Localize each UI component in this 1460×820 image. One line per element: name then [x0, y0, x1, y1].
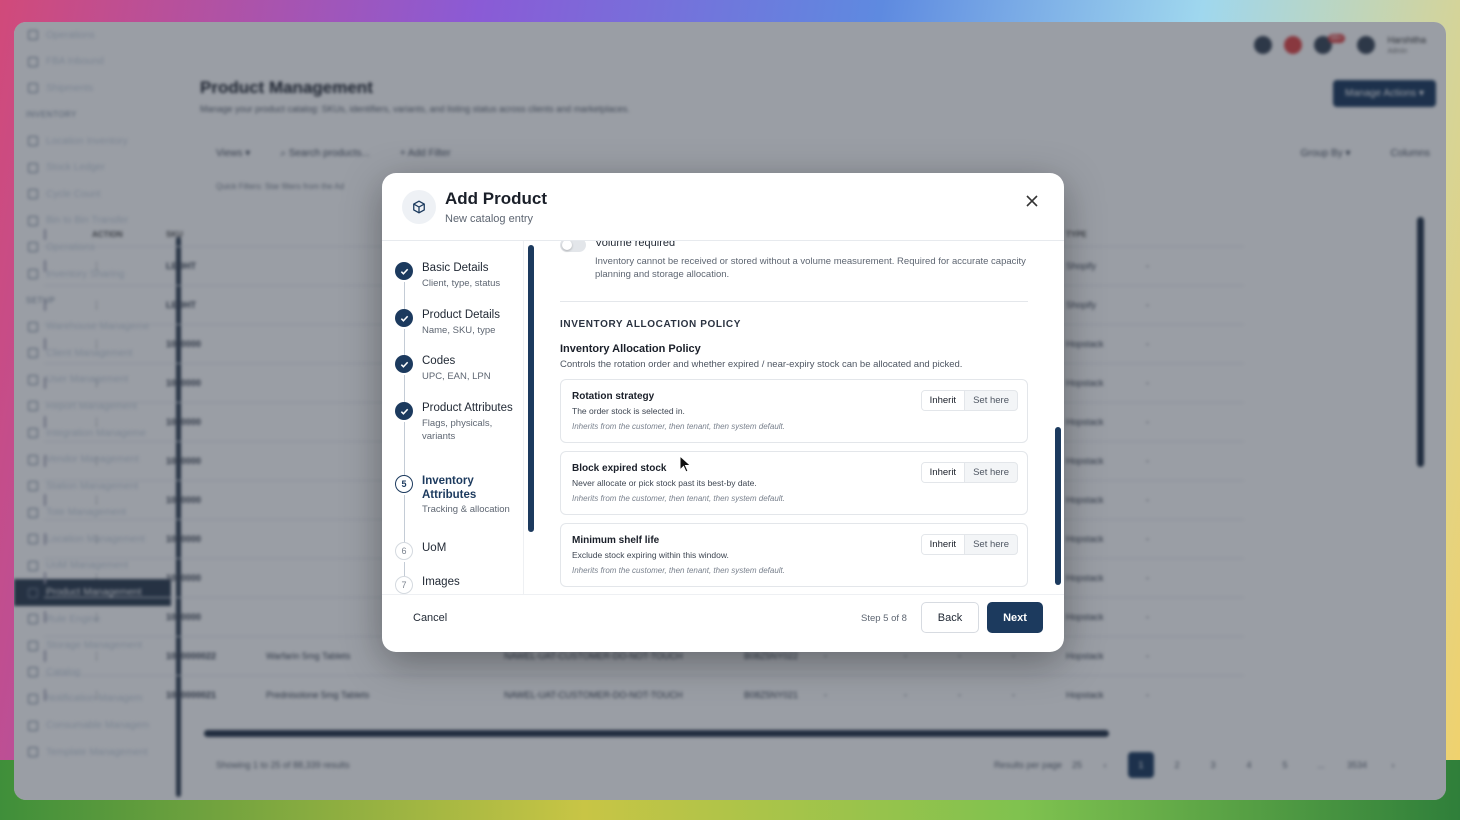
policy-card: Block expired stock Never allocate or pic…: [560, 451, 1028, 515]
modal-footer: Cancel Step 5 of 8 Back Next: [382, 594, 1064, 652]
policy-title: Block expired stock: [572, 463, 667, 474]
step-number: 7: [395, 576, 413, 594]
step-content: Volume required Inventory cannot be rece…: [544, 241, 1064, 594]
set-here-option[interactable]: Set here: [965, 463, 1017, 482]
set-here-option[interactable]: Set here: [965, 391, 1017, 410]
step-name: Product Details: [422, 309, 500, 321]
step-name: Product Attributes: [422, 402, 513, 414]
modal-body: Basic Details Client, type, status Product…: [382, 241, 1064, 594]
next-button[interactable]: Next: [987, 602, 1043, 633]
policy-title: Rotation strategy: [572, 391, 655, 402]
step-name: Codes: [422, 355, 456, 367]
stepper-scrollbar[interactable]: [528, 245, 534, 532]
inherit-option[interactable]: Inherit: [921, 391, 966, 410]
inherit-option[interactable]: Inherit: [921, 535, 966, 554]
step-4[interactable]: Product Attributes Flags, physicals, vari…: [395, 402, 514, 477]
check-icon: [395, 355, 413, 373]
inherit-setting-toggle: Inherit Set here: [920, 534, 1018, 555]
step-text: Basic Details Client, type, status: [422, 262, 514, 290]
divider: [560, 301, 1028, 302]
step-text: Product Attributes Flags, physicals, vari…: [422, 402, 514, 444]
step-text: UoM: [422, 542, 514, 560]
step-description: Client, type, status: [422, 277, 501, 289]
step-description: Tracking & allocation: [422, 504, 510, 515]
step-name: Basic Details: [422, 262, 489, 274]
section-description: Controls the rotation order and whether …: [560, 359, 963, 370]
mouse-cursor-icon: [679, 454, 692, 478]
box-icon: [402, 189, 436, 224]
inherit-option[interactable]: Inherit: [921, 463, 966, 482]
modal-subtitle: New catalog entry: [445, 212, 534, 225]
set-here-option[interactable]: Set here: [965, 535, 1017, 554]
step-7[interactable]: 7 Images: [395, 576, 514, 594]
step-description: UPC, EAN, LPN: [422, 370, 491, 382]
content-scrollbar[interactable]: [1055, 427, 1061, 585]
check-icon: [395, 402, 413, 420]
inherit-setting-toggle: Inherit Set here: [920, 390, 1018, 411]
stepper-divider: [523, 241, 524, 594]
volume-required-label: Volume required: [595, 241, 676, 249]
step-2[interactable]: Product Details Name, SKU, type: [395, 309, 514, 357]
modal-header: Add Product New catalog entry: [382, 173, 1064, 241]
policy-inherit-note: Inherits from the customer, then tenant,…: [572, 566, 785, 575]
step-text: Product Details Name, SKU, type: [422, 309, 514, 337]
volume-required-toggle[interactable]: [560, 241, 586, 252]
step-name: Images: [422, 576, 460, 588]
step-connector: [403, 282, 405, 311]
step-description: Name, SKU, type: [422, 324, 496, 336]
step-name: UoM: [422, 542, 447, 554]
policy-inherit-note: Inherits from the customer, then tenant,…: [572, 422, 785, 431]
step-number: 5: [395, 475, 413, 493]
step-1[interactable]: Basic Details Client, type, status: [395, 262, 514, 311]
step-text: Inventory Attributes Tracking & allocatio…: [422, 475, 514, 517]
check-icon: [395, 309, 413, 327]
add-product-modal: Add Product New catalog entry Basic Deta…: [382, 173, 1064, 652]
policy-description: Exclude stock expiring within this windo…: [572, 550, 729, 560]
policy-card: Minimum shelf life Exclude stock expiring…: [560, 523, 1028, 587]
policy-inherit-note: Inherits from the customer, then tenant,…: [572, 494, 785, 503]
stepper: Basic Details Client, type, status Product…: [382, 241, 523, 594]
policy-title: Minimum shelf life: [572, 535, 660, 546]
step-counter: Step 5 of 8: [861, 613, 907, 624]
step-3[interactable]: Codes UPC, EAN, LPN: [395, 355, 514, 403]
step-number: 6: [395, 542, 413, 560]
policy-description: Never allocate or pick stock past its be…: [572, 478, 757, 488]
volume-required-description: Inventory cannot be received or stored w…: [595, 256, 1026, 280]
cancel-button[interactable]: Cancel: [413, 612, 447, 624]
back-button[interactable]: Back: [921, 602, 979, 633]
step-connector: [403, 329, 405, 357]
close-icon[interactable]: [1022, 191, 1042, 211]
policy-card: Rotation strategy The order stock is sele…: [560, 379, 1028, 443]
section-title: Inventory Allocation Policy: [560, 343, 701, 355]
modal-title: Add Product: [445, 188, 547, 208]
step-text: Images: [422, 576, 514, 594]
section-label: INVENTORY ALLOCATION POLICY: [560, 319, 742, 330]
policy-description: The order stock is selected in.: [572, 406, 685, 416]
check-icon: [395, 262, 413, 280]
step-6[interactable]: 6 UoM: [395, 542, 514, 578]
step-connector: [403, 375, 405, 403]
step-5[interactable]: 5 Inventory Attributes Tracking & allocati…: [395, 475, 514, 550]
step-connector: [403, 422, 405, 477]
step-name: Inventory Attributes: [422, 475, 477, 501]
inherit-setting-toggle: Inherit Set here: [920, 462, 1018, 483]
step-description: Flags, physicals, variants: [422, 417, 493, 443]
step-text: Codes UPC, EAN, LPN: [422, 355, 514, 383]
